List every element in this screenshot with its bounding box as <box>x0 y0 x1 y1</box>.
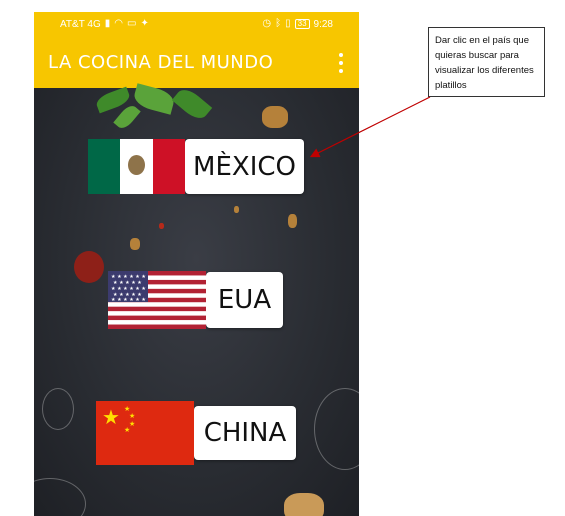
callout-arrow <box>309 96 431 158</box>
